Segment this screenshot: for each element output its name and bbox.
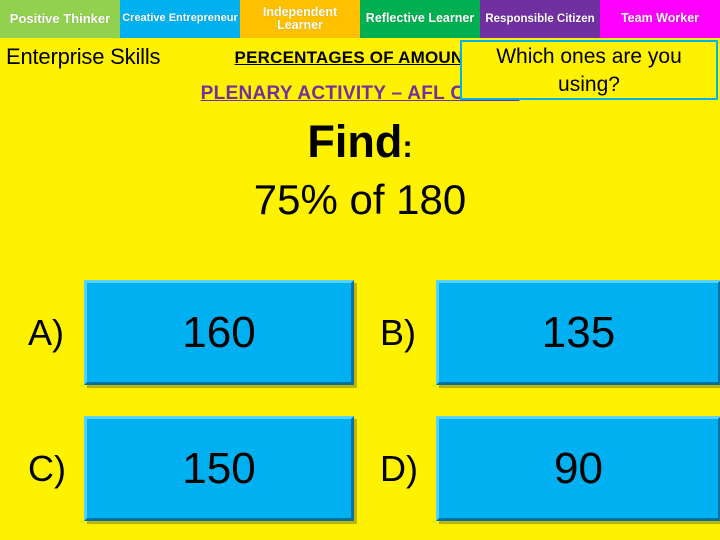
skill-tab-responsible-citizen[interactable]: Responsible Citizen [480,0,600,38]
answer-value-box[interactable]: 135 [436,280,720,385]
answer-letter: A) [28,311,64,353]
answer-options: A) 160 B) 135 C) 150 D) 90 [0,280,720,540]
answer-value-box[interactable]: 150 [84,416,354,521]
question-text: 75% of 180 [253,176,467,223]
answer-letter: B) [380,311,416,353]
skill-tab-team-worker[interactable]: Team Worker [600,0,720,38]
enterprise-skills-bar: Positive Thinker Creative Entrepreneur I… [0,0,720,38]
skill-tab-reflective-learner[interactable]: Reflective Learner [360,0,480,38]
skill-label: Positive Thinker [9,11,111,27]
answer-value-box[interactable]: 160 [84,280,354,385]
skill-label: Reflective Learner [365,11,475,26]
skill-label: Responsible Citizen [485,12,595,25]
which-ones-line-1: Which ones are you [496,45,682,68]
answer-option-a[interactable]: A) 160 [28,280,354,385]
which-ones-line-2: using? [558,72,620,96]
answer-option-d[interactable]: D) 90 [380,416,720,521]
find-colon: : [402,129,413,164]
answer-option-c[interactable]: C) 150 [28,416,354,521]
skill-tab-independent-learner[interactable]: Independent Learner [240,0,360,38]
skill-label: Team Worker [620,11,700,26]
skill-tab-creative-entrepreneur[interactable]: Creative Entrepreneur [120,0,240,38]
answer-letter: D) [380,447,418,489]
answer-letter: C) [28,447,66,489]
skill-label: Independent Learner [262,4,338,32]
find-word: Find [307,116,403,167]
find-label: Find: [0,116,720,168]
skill-tab-positive-thinker[interactable]: Positive Thinker [0,0,120,38]
answer-value-box[interactable]: 90 [436,416,720,521]
which-ones-callout: Which ones are you using? [460,40,718,100]
answer-option-b[interactable]: B) 135 [380,280,720,385]
skill-label: Creative Entrepreneur [122,12,238,25]
